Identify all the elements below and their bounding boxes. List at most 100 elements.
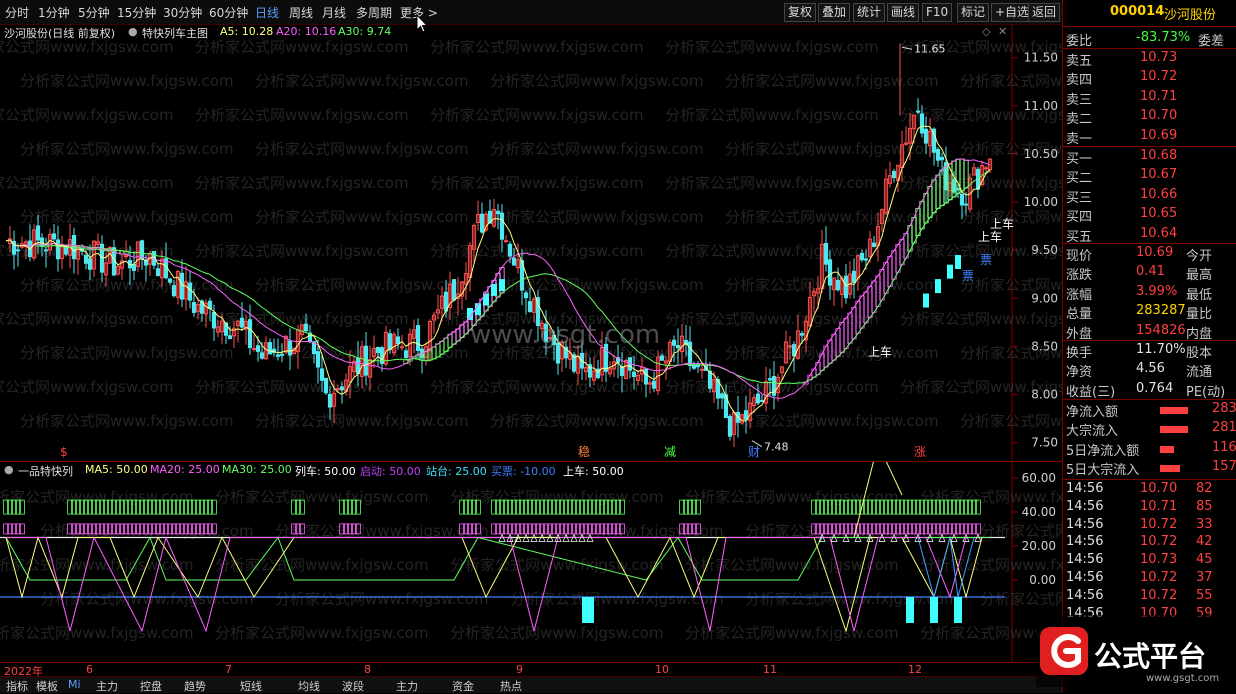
watermark-text: 分析家公式网www.fxjgsw.com bbox=[20, 412, 234, 430]
draw-line-button[interactable]: 画线 bbox=[887, 3, 920, 22]
candle-body bbox=[799, 333, 805, 336]
bid-row: 买一 10.68 bbox=[1066, 148, 1234, 167]
main-price-chart[interactable]: 11.50 11.00 10.50 10.00 9.50 9.00 8.50 8.00 7.50… bbox=[0, 24, 1062, 462]
watermark-text: 分析家公式网www.fxjgsw.com bbox=[430, 38, 644, 56]
formula-toggle-icon[interactable]: ● bbox=[128, 25, 138, 38]
flow-bar bbox=[1160, 426, 1188, 434]
period-15min[interactable]: 15分钟 bbox=[117, 4, 156, 21]
period-monthly[interactable]: 月线 bbox=[322, 4, 346, 21]
fuquan-button[interactable]: 复权 bbox=[784, 3, 817, 22]
annotation-label: 上车 bbox=[978, 229, 1002, 244]
flow-row: 净流入额 283 bbox=[1066, 401, 1236, 420]
candle-body bbox=[71, 235, 77, 260]
tick-volume: 82 bbox=[1196, 481, 1213, 496]
stat2-right-label: PE(动) bbox=[1186, 384, 1226, 400]
stat2-row: 收益(三) 0.764 PE(动) bbox=[1066, 380, 1234, 400]
diamond-icon[interactable]: ◇ bbox=[982, 25, 990, 38]
candle-body bbox=[671, 339, 677, 346]
price-tick-label: 7.50 bbox=[1031, 436, 1058, 450]
watermark-text: 分析家公式网www.fxjgsw.com bbox=[430, 242, 644, 260]
watermark-text: 分析家公式网www.fxjgsw.com bbox=[665, 378, 879, 396]
back-button[interactable]: 返回 bbox=[1028, 3, 1061, 22]
stat-right-label: 量比 bbox=[1186, 307, 1213, 323]
date-label-6: 6 bbox=[86, 663, 93, 676]
watermark-text: 分析家公式网www.fxjgsw.com bbox=[195, 378, 409, 396]
candle-body bbox=[727, 415, 733, 437]
ask-row: 卖三 10.71 bbox=[1066, 89, 1234, 108]
watermark-text: 分析家公式网www.fxjgsw.com bbox=[490, 208, 704, 226]
period-weekly[interactable]: 周线 bbox=[289, 4, 313, 21]
tick-row: 14:56 10.72 42 bbox=[1066, 534, 1234, 552]
period-daily[interactable]: 日线 bbox=[255, 4, 279, 21]
candle-body bbox=[743, 410, 749, 420]
candle-body bbox=[399, 346, 405, 349]
station-block bbox=[906, 597, 914, 623]
period-1min[interactable]: 1分钟 bbox=[38, 4, 70, 21]
indicator-name[interactable]: 一品特快列 bbox=[18, 463, 73, 479]
ind-tick-label: 60.00 bbox=[1022, 471, 1056, 485]
tab-2[interactable]: Mi bbox=[68, 678, 81, 691]
period-5min[interactable]: 5分钟 bbox=[78, 4, 110, 21]
period-multi[interactable]: 多周期 bbox=[356, 4, 392, 21]
stock-code: 000014 bbox=[1110, 4, 1165, 19]
candle-body bbox=[171, 285, 177, 297]
station-block bbox=[582, 597, 594, 623]
bottom-tab-bar: 指标 模板 Mi 主力 控盘 趋势 短线 均线 波段 主力 资金 热点 bbox=[0, 676, 1062, 693]
stat-label: 现价 bbox=[1066, 249, 1093, 264]
add-watchlist-button[interactable]: +自选 bbox=[991, 3, 1034, 22]
candle-body bbox=[303, 323, 309, 332]
candle-body bbox=[851, 270, 857, 283]
legend-maipiao: 买票: -10.00 bbox=[491, 465, 556, 478]
divider bbox=[1063, 48, 1236, 49]
watermark: www.gsgt.com bbox=[470, 320, 661, 350]
close-panel-icon[interactable]: ✕ bbox=[998, 25, 1007, 38]
candle-body bbox=[919, 113, 925, 134]
candle-body bbox=[787, 345, 793, 348]
period-60min[interactable]: 60分钟 bbox=[209, 4, 248, 21]
period-30min[interactable]: 30分钟 bbox=[163, 4, 202, 21]
flow-label: 5日大宗流入 bbox=[1066, 463, 1140, 479]
candle-body bbox=[319, 368, 325, 381]
period-fenshi[interactable]: 分时 bbox=[5, 4, 29, 21]
candle-body bbox=[187, 282, 193, 301]
date-label-11: 11 bbox=[763, 663, 777, 676]
candle-body bbox=[699, 368, 705, 371]
candle-body bbox=[503, 240, 509, 243]
overlay-button[interactable]: 叠加 bbox=[818, 3, 851, 22]
ma20-zig bbox=[6, 535, 967, 633]
mark-button[interactable]: 标记 bbox=[957, 3, 990, 22]
watermark-text: 分析家公式网www.fxjgsw.com bbox=[665, 174, 879, 192]
formula-name[interactable]: 特快列车主图 bbox=[142, 25, 208, 41]
candle-body bbox=[643, 368, 649, 385]
legend-qidong: 启动: 50.00 bbox=[360, 465, 421, 478]
bottom-marker: 稳 bbox=[578, 444, 590, 459]
candle-body bbox=[51, 233, 57, 240]
candle-body bbox=[719, 393, 725, 399]
watermark-text: 分析家公式网www.fxjgsw.com bbox=[960, 72, 1062, 90]
tick-price: 10.72 bbox=[1140, 587, 1178, 603]
platform-block bbox=[935, 279, 941, 294]
candle-body bbox=[891, 170, 897, 179]
annotation-label: 上车 bbox=[990, 216, 1014, 231]
stat2-value: 0.764 bbox=[1136, 380, 1174, 396]
weibi-row: 委比 -83.73% 委差 bbox=[1066, 30, 1234, 49]
candle-body bbox=[863, 258, 869, 261]
watermark-text: 分析家公式网www.fxjgsw.com bbox=[725, 72, 939, 90]
watermark-text: 分析家公式网www.fxjgsw.com bbox=[960, 140, 1062, 158]
candle-body bbox=[659, 355, 665, 361]
ask-row: 卖一 10.69 bbox=[1066, 128, 1234, 147]
watermark-text: 分析家公式网www.fxjgsw.com bbox=[725, 208, 939, 226]
weibi-label: 委比 bbox=[1066, 34, 1093, 49]
candle-body bbox=[279, 353, 285, 356]
candle-body bbox=[15, 249, 21, 252]
indicator-chart[interactable]: 60.00 40.00 20.00 0.00 分析家公式网www.fxjgsw.com 分… bbox=[0, 462, 1062, 662]
stats-button[interactable]: 统计 bbox=[853, 3, 886, 22]
indicator-toggle-icon[interactable]: ● bbox=[4, 463, 14, 476]
tick-price: 10.72 bbox=[1140, 570, 1178, 585]
candle-body bbox=[951, 179, 957, 193]
f10-button[interactable]: F10 bbox=[922, 3, 953, 22]
candle-body bbox=[923, 128, 929, 144]
stat-value: 0.41 bbox=[1136, 264, 1165, 280]
candle-body bbox=[767, 378, 773, 381]
weicha-label: 委差 bbox=[1198, 34, 1225, 49]
